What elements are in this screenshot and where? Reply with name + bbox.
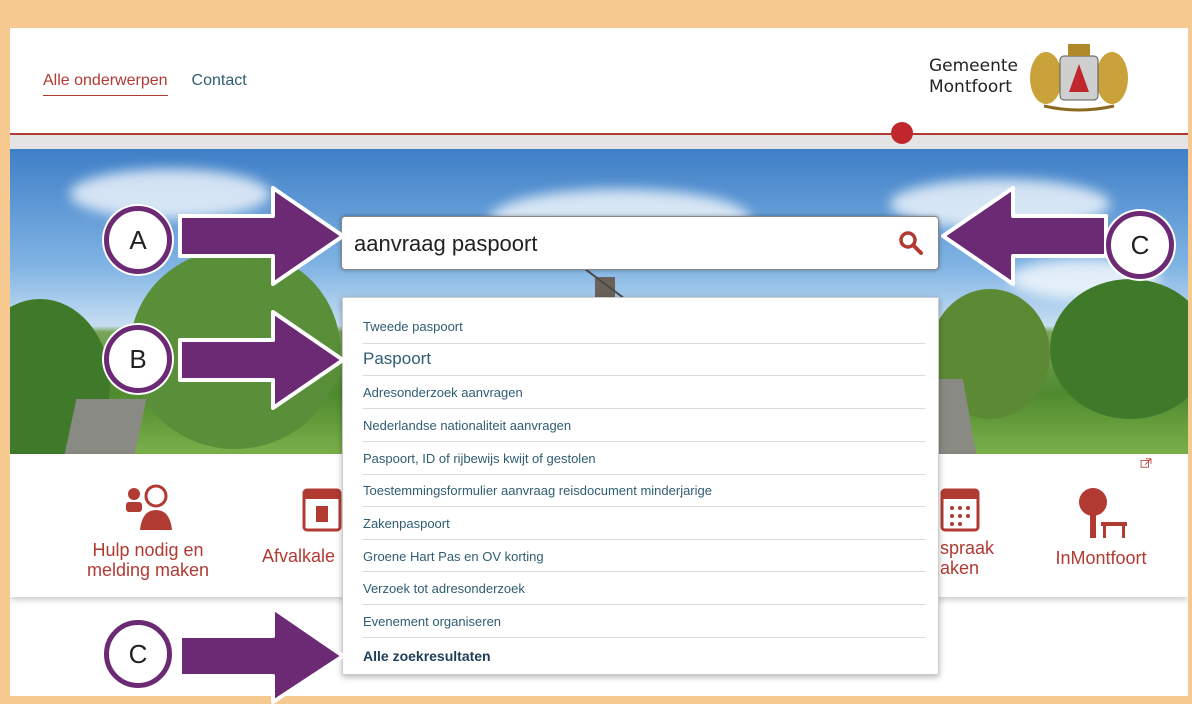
suggestion-label: Tweede paspoort: [363, 319, 463, 334]
tile-afspraak[interactable]: spraak aken: [940, 484, 1000, 578]
suggestion-item[interactable]: Evenement organiseren: [363, 605, 925, 638]
tree-bench-icon: [1079, 488, 1127, 538]
annotation-badge-a: A: [104, 206, 172, 274]
tile-afspraak-line-1: spraak: [940, 538, 995, 558]
site-header: Alle onderwerpen Contact Gemeente Montfo…: [10, 28, 1188, 134]
calendar-grid-icon: [940, 488, 980, 532]
annotation-badge-c-top: C: [1106, 211, 1174, 279]
tile-afspraak-line-2: aken: [940, 558, 980, 578]
suggestion-label: Groene Hart Pas en OV korting: [363, 549, 544, 564]
suggestion-item[interactable]: Paspoort: [363, 344, 925, 376]
suggestion-item[interactable]: Zakenpaspoort: [363, 507, 925, 540]
suggestion-label: Toestemmingsformulier aanvraag reisdocum…: [363, 483, 712, 498]
annotation-arrow-b: [178, 310, 345, 410]
suggestion-item[interactable]: Adresonderzoek aanvragen: [363, 376, 925, 409]
main-nav: Alle onderwerpen Contact: [43, 72, 247, 96]
annotation-badge-c-bottom: C: [104, 620, 172, 688]
suggestion-item[interactable]: Groene Hart Pas en OV korting: [363, 540, 925, 572]
coat-of-arms-icon: [1030, 44, 1128, 112]
search-box: [341, 216, 939, 270]
external-link-icon[interactable]: [1140, 458, 1152, 468]
suggestion-item[interactable]: Paspoort, ID of rijbewijs kwijt of gesto…: [363, 442, 925, 475]
suggestion-item[interactable]: Tweede paspoort: [363, 306, 925, 344]
suggestion-label: Evenement organiseren: [363, 614, 502, 629]
nav-contact[interactable]: Contact: [192, 72, 247, 96]
suggestion-label: Nederlandse nationaliteit aanvragen: [363, 418, 572, 433]
people-icon: [126, 484, 172, 530]
annotation-arrow-c-top: [941, 186, 1108, 286]
tile-afvalkalender-label: Afvalkale: [262, 546, 336, 566]
annotation-badge-b: B: [104, 325, 172, 393]
windmill-icon: [585, 269, 625, 299]
annotation-arrow-c-bottom: [178, 606, 345, 704]
suggestion-label: Paspoort: [363, 349, 432, 368]
calendar-icon: [302, 488, 342, 532]
suggestion-label: Paspoort, ID of rijbewijs kwijt of gesto…: [363, 451, 596, 466]
tile-hulp-line-2: melding maken: [86, 560, 210, 580]
logo-line-2: Montfoort: [928, 77, 1012, 97]
search-suggestions: Tweede paspoort Paspoort Adresonderzoek …: [342, 297, 939, 675]
tile-hulp[interactable]: Hulp nodig en melding maken: [78, 484, 218, 580]
suggestion-label: Zakenpaspoort: [363, 516, 450, 531]
tile-hulp-line-1: Hulp nodig en: [92, 540, 204, 560]
all-results-label: Alle zoekresultaten: [363, 648, 491, 664]
logo[interactable]: Gemeente Montfoort: [929, 40, 1134, 114]
all-results-link[interactable]: Alle zoekresultaten: [363, 638, 925, 672]
search-icon[interactable]: [898, 230, 924, 256]
logo-line-1: Gemeente: [928, 56, 1018, 76]
nav-alle-onderwerpen[interactable]: Alle onderwerpen: [43, 72, 168, 96]
annotation-arrow-a: [178, 186, 345, 286]
header-dot: [891, 122, 913, 144]
search-input[interactable]: [354, 231, 874, 257]
header-band: [10, 135, 1188, 149]
tile-afvalkalender[interactable]: Afvalkale: [262, 484, 352, 566]
tile-inmontfoort-label: InMontfoort: [1055, 548, 1147, 568]
suggestion-item[interactable]: Verzoek tot adresonderzoek: [363, 572, 925, 605]
suggestion-item[interactable]: Toestemmingsformulier aanvraag reisdocum…: [363, 475, 925, 507]
suggestion-label: Verzoek tot adresonderzoek: [363, 581, 525, 596]
tile-inmontfoort[interactable]: InMontfoort: [1046, 484, 1156, 568]
suggestion-label: Adresonderzoek aanvragen: [363, 385, 523, 400]
suggestion-item[interactable]: Nederlandse nationaliteit aanvragen: [363, 409, 925, 442]
logo-text: Gemeente Montfoort: [929, 56, 1018, 98]
